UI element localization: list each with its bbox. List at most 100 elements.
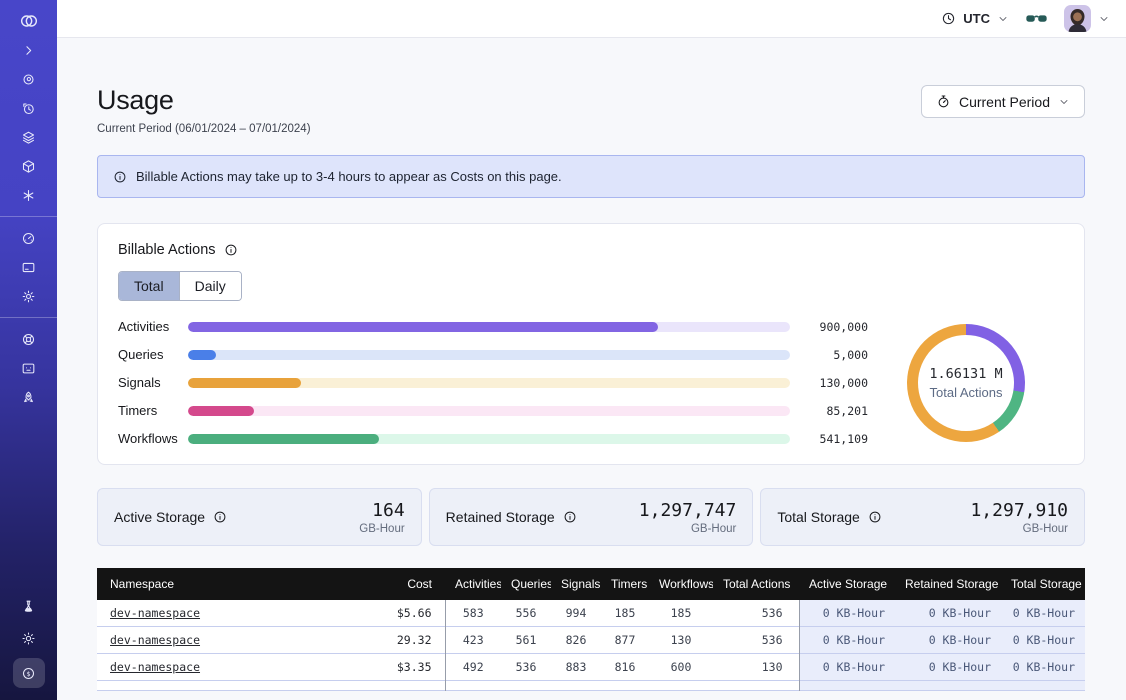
bar-value: 85,201 bbox=[804, 404, 868, 418]
sidebar-item-settings-gear[interactable] bbox=[13, 284, 45, 308]
sidebar-item-theme-sun[interactable] bbox=[13, 626, 45, 650]
sidebar-mid-group bbox=[0, 217, 57, 317]
column-header-signals: Signals bbox=[551, 568, 601, 600]
table-cell: 600 bbox=[649, 654, 713, 681]
bar-category-label: Queries bbox=[118, 347, 188, 362]
namespace-link[interactable]: dev-namespace bbox=[110, 660, 200, 674]
storage-card-value: 1,297,747 bbox=[639, 500, 737, 521]
table-row: dev-namespace$5.665835569941851855360 KB… bbox=[97, 600, 1085, 627]
sidebar: $ bbox=[0, 0, 57, 700]
sidebar-item-pricing-coin[interactable]: $ bbox=[13, 658, 45, 688]
column-header-cost: Cost bbox=[359, 568, 445, 600]
table-cell bbox=[799, 681, 895, 691]
table-cell: 130 bbox=[713, 654, 799, 681]
period-selector-button[interactable]: Current Period bbox=[921, 85, 1085, 118]
topbar-right-cluster: UTC bbox=[941, 5, 1110, 32]
sidebar-item-usage-gauge[interactable] bbox=[13, 226, 45, 250]
donut-total-label: Total Actions bbox=[930, 385, 1003, 400]
table-cell: 583 bbox=[445, 600, 501, 627]
table-cell: 423 bbox=[445, 627, 501, 654]
chevron-down-icon bbox=[1098, 13, 1110, 25]
storage-card-value: 1,297,910 bbox=[970, 500, 1068, 521]
table-cell: 0 KB-Hour bbox=[895, 654, 1001, 681]
profile-menu-button[interactable] bbox=[1064, 5, 1110, 32]
table-cell: 994 bbox=[551, 600, 601, 627]
sidebar-item-labs-flask[interactable] bbox=[13, 594, 45, 618]
column-header-retained-storage: Retained Storage bbox=[895, 568, 1001, 600]
table-row: dev-namespace$3.354925368838166001300 KB… bbox=[97, 654, 1085, 681]
sidebar-item-deployments-cube[interactable] bbox=[13, 154, 45, 178]
bar-row-signals: Signals130,000 bbox=[118, 377, 868, 388]
bar-value: 541,109 bbox=[804, 432, 868, 446]
tab-total[interactable]: Total bbox=[119, 272, 179, 300]
sidebar-item-billing-card[interactable] bbox=[13, 255, 45, 279]
bar-track bbox=[188, 322, 790, 332]
table-row-partial bbox=[97, 681, 1085, 691]
sidebar-item-support-lifebuoy[interactable] bbox=[13, 327, 45, 351]
table-cell bbox=[601, 681, 649, 691]
info-icon bbox=[868, 510, 882, 524]
total-actions-donut-wrap: 1.66131 M Total Actions bbox=[868, 324, 1064, 442]
bar-category-label: Activities bbox=[118, 319, 188, 334]
table-cell: 536 bbox=[501, 654, 551, 681]
sidebar-item-layers[interactable] bbox=[13, 125, 45, 149]
billing-card-icon bbox=[21, 260, 36, 275]
sidebar-item-schedules[interactable] bbox=[13, 96, 45, 120]
topbar: UTC bbox=[57, 0, 1126, 38]
bar-row-timers: Timers85,201 bbox=[118, 405, 868, 416]
namespace-usage-table: NamespaceCostActivitiesQueriesSignalsTim… bbox=[97, 568, 1085, 691]
bar-fill bbox=[188, 350, 216, 360]
sidebar-item-docs-terminal[interactable] bbox=[13, 356, 45, 380]
storage-card-total-storage: Total Storage1,297,910GB-Hour bbox=[760, 488, 1085, 546]
storage-card-label: Total Storage bbox=[777, 509, 860, 525]
storage-card-label: Active Storage bbox=[114, 509, 205, 525]
namespace-cell: dev-namespace bbox=[97, 627, 359, 654]
sidebar-item-temporal-logo[interactable] bbox=[13, 9, 45, 33]
table-cell bbox=[1001, 681, 1085, 691]
temporal-logo-icon bbox=[19, 11, 39, 31]
sidebar-item-rocket[interactable] bbox=[13, 385, 45, 409]
bar-track bbox=[188, 350, 790, 360]
feedback-glasses-button[interactable] bbox=[1025, 7, 1048, 30]
table-cell bbox=[649, 681, 713, 691]
sidebar-item-asterisk[interactable] bbox=[13, 183, 45, 207]
table-cell: 0 KB-Hour bbox=[895, 600, 1001, 627]
table-cell: 0 KB-Hour bbox=[799, 627, 895, 654]
sidebar-item-expand-chevron[interactable] bbox=[13, 38, 45, 62]
sidebar-item-namespaces[interactable] bbox=[13, 67, 45, 91]
stopwatch-icon bbox=[936, 94, 951, 109]
table-cell bbox=[359, 681, 445, 691]
expand-chevron-icon bbox=[21, 43, 36, 58]
labs-flask-icon bbox=[21, 599, 36, 614]
table-cell: 883 bbox=[551, 654, 601, 681]
table-cell: 130 bbox=[649, 627, 713, 654]
tab-daily[interactable]: Daily bbox=[179, 272, 241, 300]
column-header-active-storage: Active Storage bbox=[799, 568, 895, 600]
bar-row-activities: Activities 900,000 bbox=[118, 321, 868, 332]
column-header-activities: Activities bbox=[445, 568, 501, 600]
table-cell: 561 bbox=[501, 627, 551, 654]
usage-gauge-icon bbox=[21, 231, 36, 246]
sidebar-bottom-group: $ bbox=[0, 585, 57, 700]
table-cell: $3.35 bbox=[359, 654, 445, 681]
column-header-total-actions: Total Actions bbox=[713, 568, 799, 600]
page-subtitle: Current Period (06/01/2024 – 07/01/2024) bbox=[97, 123, 311, 135]
billable-actions-card: Billable Actions TotalDaily Activities90… bbox=[97, 223, 1085, 465]
total-actions-donut: 1.66131 M Total Actions bbox=[907, 324, 1025, 442]
storage-summary-row: Active Storage164GB-HourRetained Storage… bbox=[97, 488, 1085, 546]
svg-text:$: $ bbox=[27, 669, 31, 677]
timezone-selector[interactable]: UTC bbox=[941, 11, 1009, 26]
bar-category-label: Workflows bbox=[118, 431, 188, 446]
namespace-link[interactable]: dev-namespace bbox=[110, 633, 200, 647]
table-cell bbox=[551, 681, 601, 691]
avatar bbox=[1064, 5, 1091, 32]
namespace-link[interactable]: dev-namespace bbox=[110, 606, 200, 620]
total-daily-toggle: TotalDaily bbox=[118, 271, 242, 301]
table-cell bbox=[895, 681, 1001, 691]
sidebar-top-group bbox=[0, 0, 57, 216]
bar-value: 900,000 bbox=[804, 320, 868, 334]
bar-track bbox=[188, 378, 790, 388]
bar-track bbox=[188, 406, 790, 416]
banner-text: Billable Actions may take up to 3-4 hour… bbox=[136, 169, 562, 184]
namespace-cell: dev-namespace bbox=[97, 654, 359, 681]
